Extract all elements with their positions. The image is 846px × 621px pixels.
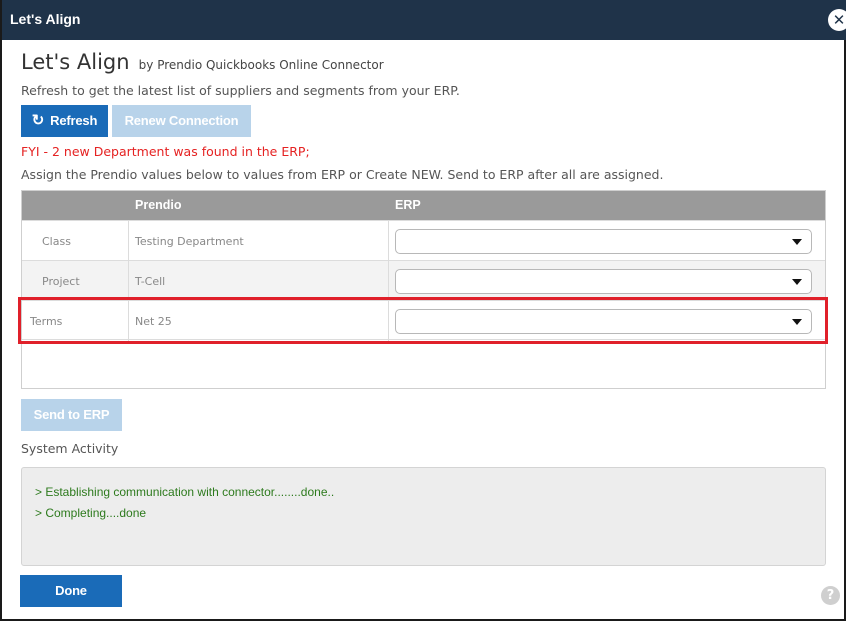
mapping-table: Prendio ERP Class Testing Department Pro… [21, 190, 826, 389]
prendio-value-cell: Testing Department [135, 235, 244, 248]
column-header-prendio: Prendio [135, 198, 182, 212]
page-heading: Let's Align by Prendio Quickbooks Online… [21, 50, 384, 74]
done-button[interactable]: Done [20, 575, 122, 607]
fyi-alert-message: FYI - 2 new Department was found in the … [21, 144, 310, 159]
help-icon[interactable]: ? [821, 586, 840, 605]
refresh-button[interactable]: ↻ Refresh [21, 105, 108, 137]
send-to-erp-button[interactable]: Send to ERP [21, 399, 122, 431]
assign-instructions: Assign the Prendio values below to value… [21, 167, 664, 182]
page-title: Let's Align [21, 50, 130, 74]
chevron-down-icon [792, 239, 802, 245]
renew-connection-button[interactable]: Renew Connection [112, 105, 251, 137]
refresh-icon: ↻ [31, 112, 45, 129]
activity-line: > Establishing communication with connec… [35, 485, 335, 499]
table-row: Project T-Cell [22, 260, 825, 301]
column-header-erp: ERP [395, 198, 421, 212]
table-header: Prendio ERP [22, 191, 825, 220]
prendio-value-cell: T-Cell [135, 275, 166, 288]
refresh-button-label: Refresh [50, 113, 98, 128]
erp-select[interactable] [395, 229, 812, 254]
refresh-hint-text: Refresh to get the latest list of suppli… [21, 83, 460, 98]
system-activity-log: > Establishing communication with connec… [21, 467, 826, 566]
lets-align-dialog: Let's Align ✕ Let's Align by Prendio Qui… [0, 0, 846, 621]
segment-cell: Class [42, 235, 71, 248]
page-subtitle: by Prendio Quickbooks Online Connector [138, 58, 384, 72]
segment-cell: Project [42, 275, 80, 288]
highlight-box [18, 297, 828, 344]
title-bar: Let's Align [2, 0, 846, 40]
erp-select[interactable] [395, 269, 812, 294]
table-row: Class Testing Department [22, 220, 825, 261]
system-activity-label: System Activity [21, 441, 119, 456]
activity-line: > Completing....done [35, 506, 147, 520]
close-icon[interactable]: ✕ [828, 9, 846, 31]
chevron-down-icon [792, 279, 802, 285]
window-title: Let's Align [10, 11, 81, 27]
